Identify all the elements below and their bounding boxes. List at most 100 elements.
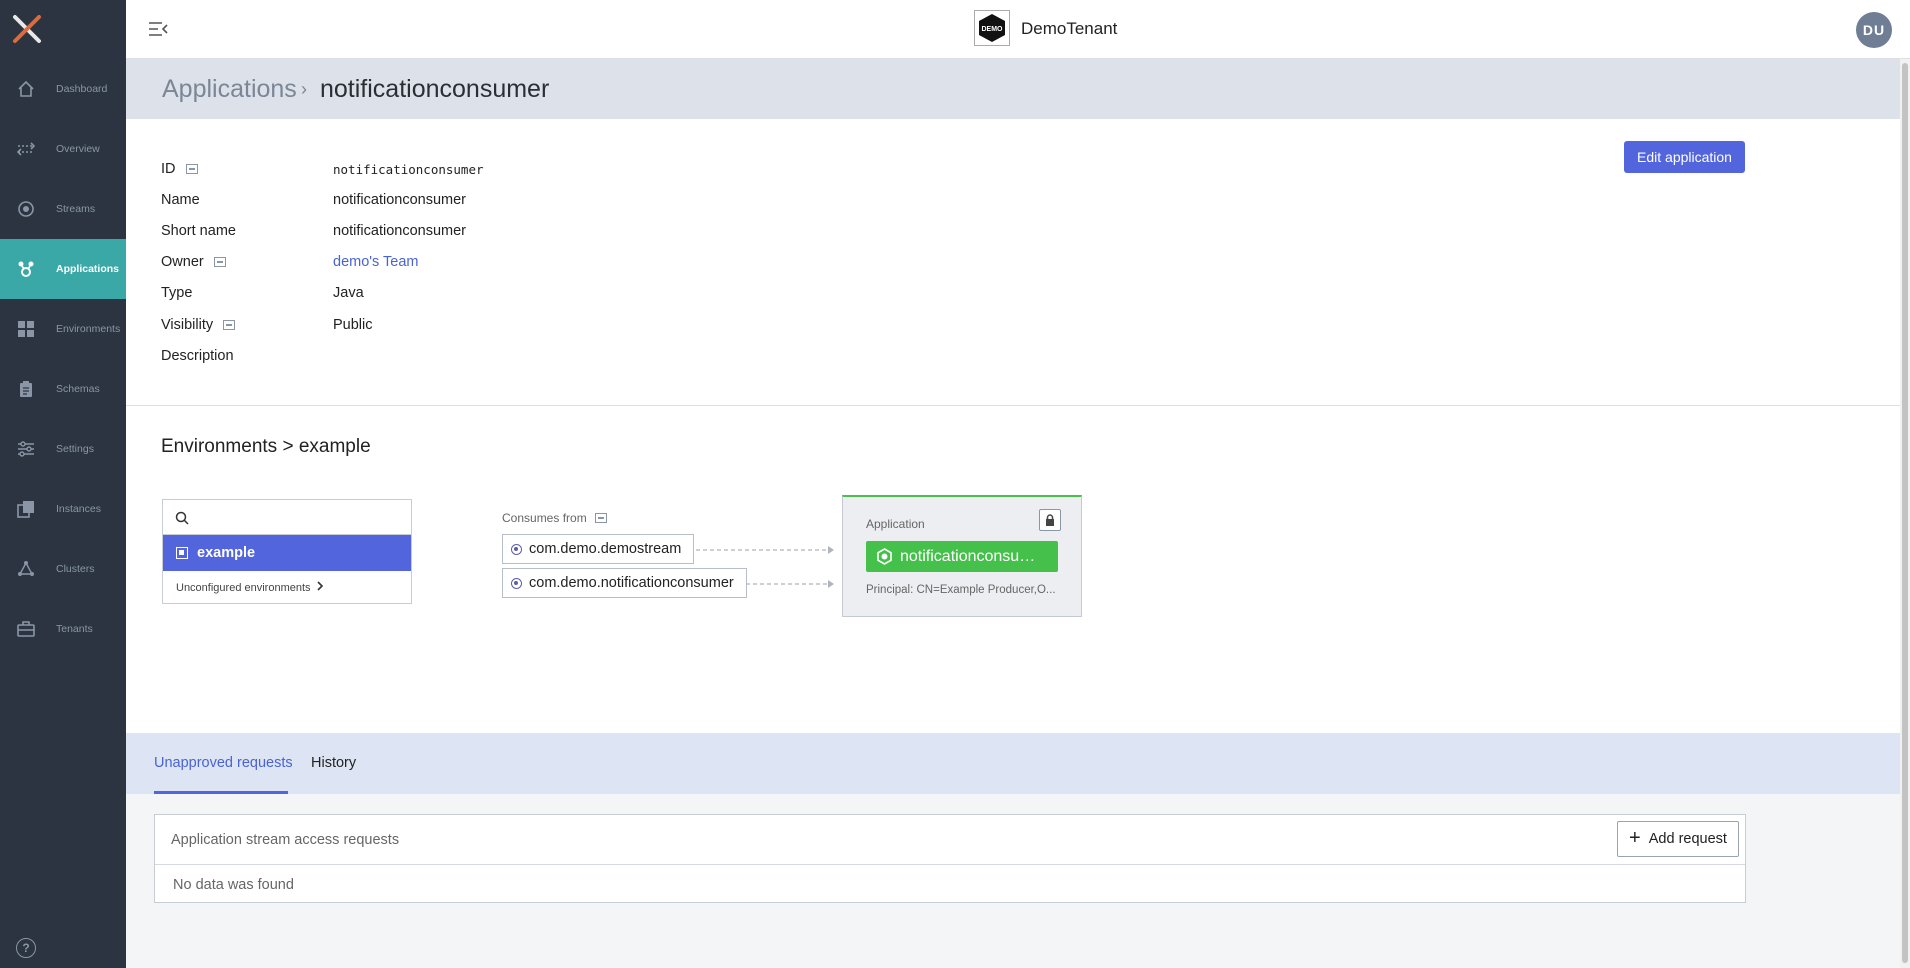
edit-application-button[interactable]: Edit application [1624,141,1745,173]
help-icon[interactable]: ? [16,938,36,958]
application-hex-icon [876,548,893,565]
sidebar-item-label: Environments [56,323,121,335]
detail-label-description: Description [161,348,234,364]
application-name-pill[interactable]: notificationconsu… [866,541,1058,572]
detail-value-id: notificationconsumer [333,162,484,177]
search-icon [175,511,189,525]
sidebar-item-label: Schemas [56,383,100,395]
sidebar-item-settings[interactable]: Settings [0,419,126,479]
detail-label-owner: Owner [161,254,226,270]
detail-label-type: Type [161,285,192,301]
detail-label-text: Visibility [161,317,214,333]
page-title: notificationconsumer [320,75,550,103]
consumes-from-label: Consumes from [502,511,607,525]
detail-label-visibility: Visibility [161,317,236,333]
add-request-label: Add request [1648,831,1727,847]
sidebar-item-label: Applications [56,263,120,275]
requests-section: Application stream access requests + Add… [126,794,1900,968]
info-icon[interactable] [213,257,226,267]
lock-icon[interactable] [1039,509,1061,531]
top-bar: DEMO DemoTenant DU [126,0,1910,59]
detail-value-short-name: notificationconsumer [333,223,466,239]
applications-icon [16,259,36,279]
owner-link[interactable]: demo's Team [333,254,419,270]
detail-label-text: ID [161,161,176,177]
application-card[interactable]: Application notificationconsu… Principal… [842,495,1082,617]
clusters-icon [16,559,36,579]
sidebar-item-label: Tenants [56,623,93,635]
sidebar-item-overview[interactable]: Overview [0,119,126,179]
detail-label-text: Owner [161,254,204,270]
sidebar-item-label: Clusters [56,563,95,575]
breadcrumb: Applications › notificationconsumer [126,59,1900,119]
stream-icon [511,578,522,589]
requests-panel-title: Application stream access requests [171,832,400,848]
detail-label-text: Description [161,348,234,364]
sidebar-item-label: Instances [56,503,101,515]
sidebar: Dashboard Overview Streams Applications … [0,0,126,968]
sidebar-item-label: Streams [56,203,96,215]
stream-item[interactable]: com.demo.notificationconsumer [502,568,747,598]
requests-panel: Application stream access requests + Add… [154,814,1746,903]
stream-label: com.demo.demostream [529,541,682,557]
requests-tab-bar: Unapproved requests History [126,733,1900,794]
sidebar-item-streams[interactable]: Streams [0,179,126,239]
sidebar-item-label: Overview [56,143,100,155]
application-principal: Principal: CN=Example Producer,O... [866,584,1056,596]
overview-icon [16,139,36,159]
instances-icon [16,499,36,519]
stream-item[interactable]: com.demo.demostream [502,534,695,564]
detail-label-text: Type [161,285,193,301]
environment-item-label: example [197,545,256,561]
sidebar-item-applications[interactable]: Applications [0,239,126,299]
sidebar-item-dashboard[interactable]: Dashboard [0,59,126,119]
page-scrollbar[interactable] [1900,59,1910,968]
environments-title: Environments > example [161,436,371,457]
sliders-icon [16,439,36,459]
briefcase-icon [16,619,36,639]
sidebar-item-clusters[interactable]: Clusters [0,539,126,599]
unconfigured-environments-label: Unconfigured environments [176,581,311,594]
detail-label-short-name: Short name [161,223,236,239]
environment-checkbox-icon [176,547,188,559]
plus-icon: + [1629,827,1641,849]
info-icon[interactable] [223,320,236,330]
breadcrumb-applications-link[interactable]: Applications [162,75,297,104]
detail-label-id: ID [161,161,198,177]
detail-label-text: Name [161,192,200,208]
breadcrumb-separator: › [301,79,307,99]
grid-icon [16,319,36,339]
environments-section: Environments > example example Unconfigu… [126,406,1900,733]
tenant-logo-icon: DEMO [974,10,1010,46]
sidebar-item-schemas[interactable]: Schemas [0,359,126,419]
home-icon [16,79,36,99]
clipboard-icon [16,379,36,399]
environment-item-example[interactable]: example [163,535,411,571]
tab-history[interactable]: History [311,755,356,771]
menu-collapse-icon[interactable] [148,20,168,38]
info-icon[interactable] [594,513,607,523]
sidebar-item-instances[interactable]: Instances [0,479,126,539]
detail-value-type: Java [333,285,364,301]
detail-label-text: Short name [161,223,236,239]
add-request-button[interactable]: + Add request [1617,821,1739,857]
app-logo-icon[interactable] [12,14,42,44]
detail-value-name: notificationconsumer [333,192,466,208]
detail-label-name: Name [161,192,200,208]
sidebar-item-tenants[interactable]: Tenants [0,599,126,659]
tenant-name[interactable]: DemoTenant [1021,19,1117,39]
stream-icon [511,544,522,555]
avatar[interactable]: DU [1856,12,1892,48]
stream-label: com.demo.notificationconsumer [529,575,734,591]
sidebar-item-label: Dashboard [56,83,108,95]
environment-search-input[interactable] [163,500,411,535]
scrollbar-thumb[interactable] [1902,63,1908,963]
application-details: ID notificationconsumer Name notificatio… [126,119,1900,406]
sidebar-item-environments[interactable]: Environments [0,299,126,359]
unconfigured-environments-link[interactable]: Unconfigured environments [176,581,324,594]
tenant-logo-text: DEMO [982,26,1004,33]
environment-selector: example Unconfigured environments [162,499,412,604]
tab-unapproved-requests[interactable]: Unapproved requests [154,755,293,771]
empty-state-text: No data was found [173,877,294,893]
info-icon[interactable] [185,164,198,174]
